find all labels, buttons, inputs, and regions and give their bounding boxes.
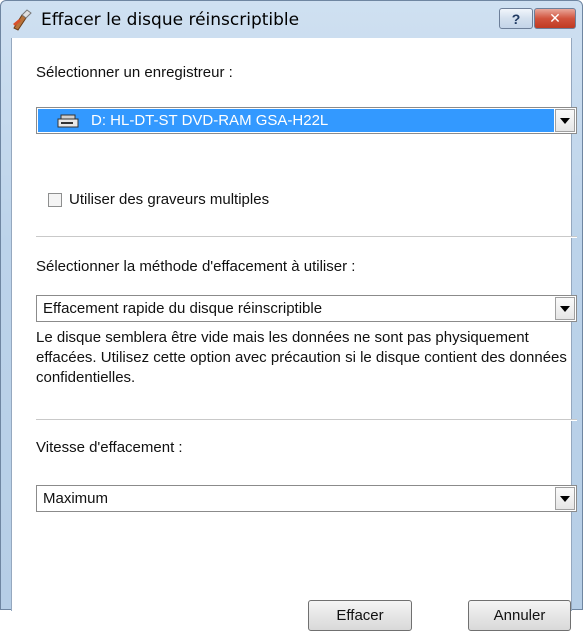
method-description: Le disque semblera être vide mais les do… xyxy=(36,329,567,386)
cancel-button[interactable]: Annuler xyxy=(468,600,571,631)
speed-label-text: Vitesse d'effacement : xyxy=(36,439,183,456)
close-icon: ✕ xyxy=(549,10,561,26)
eraser-disc-icon xyxy=(11,9,33,31)
method-select[interactable]: Effacement rapide du disque réinscriptib… xyxy=(36,295,577,322)
recorder-dropdown-button[interactable] xyxy=(555,109,575,132)
speed-select[interactable]: Maximum xyxy=(36,485,577,512)
chevron-down-icon xyxy=(560,117,570,124)
method-label: Sélectionner la méthode d'effacement à u… xyxy=(36,258,355,275)
chevron-down-icon xyxy=(560,305,570,312)
dialog-window: Effacer le disque réinscriptible ? ✕ Sél… xyxy=(0,0,583,631)
close-button[interactable]: ✕ xyxy=(534,8,576,29)
recorder-selected-text: D: HL-DT-ST DVD-RAM GSA-H22L xyxy=(91,112,329,129)
optical-drive-icon xyxy=(57,114,79,128)
multi-recorder-label[interactable]: Utiliser des graveurs multiples xyxy=(69,191,269,208)
method-selected-text: Effacement rapide du disque réinscriptib… xyxy=(43,300,323,317)
divider xyxy=(36,236,577,238)
speed-label: Vitesse d'effacement : xyxy=(36,439,183,456)
method-selected-value: Effacement rapide du disque réinscriptib… xyxy=(38,297,554,320)
chevron-down-icon xyxy=(560,495,570,502)
help-icon: ? xyxy=(511,10,521,27)
recorder-select[interactable]: D: HL-DT-ST DVD-RAM GSA-H22L xyxy=(36,107,577,134)
title-bar[interactable]: Effacer le disque réinscriptible ? ✕ xyxy=(1,1,582,39)
recorder-label-text: Sélectionner un enregistreur : xyxy=(36,64,233,81)
erase-button[interactable]: Effacer xyxy=(308,600,412,631)
recorder-label: Sélectionner un enregistreur : xyxy=(36,64,233,81)
help-button[interactable]: ? xyxy=(499,8,533,29)
method-dropdown-button[interactable] xyxy=(555,297,575,320)
speed-dropdown-button[interactable] xyxy=(555,487,575,510)
recorder-selected-value: D: HL-DT-ST DVD-RAM GSA-H22L xyxy=(38,109,554,132)
window-title: Effacer le disque réinscriptible xyxy=(41,10,300,30)
speed-selected-text: Maximum xyxy=(43,490,109,507)
dialog-content: Sélectionner un enregistreur : D: HL-DT-… xyxy=(11,38,577,631)
multi-recorder-label-text: Utiliser des graveurs multiples xyxy=(69,191,270,208)
method-label-text: Sélectionner la méthode d'effacement à u… xyxy=(36,258,356,275)
speed-selected-value: Maximum xyxy=(38,487,554,510)
multi-recorder-checkbox[interactable] xyxy=(48,193,62,207)
divider xyxy=(36,419,577,421)
